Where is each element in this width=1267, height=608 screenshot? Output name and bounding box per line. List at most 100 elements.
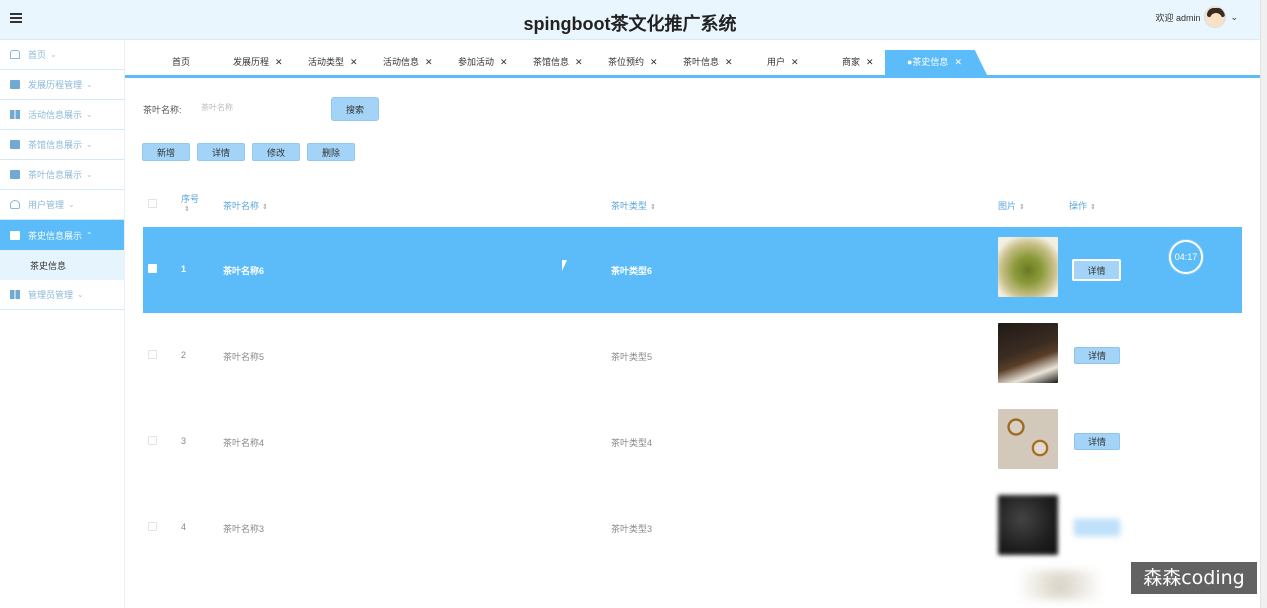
- row-detail-button[interactable]: 详情: [1074, 433, 1120, 450]
- close-icon[interactable]: ✕: [425, 57, 433, 67]
- tab-bar: 首页 发展历程 ✕ 活动类型 ✕ 活动信息 ✕ 参加活动 ✕ 茶馆信息 ✕ 茶位预约 ✕ 茶…: [125, 50, 1260, 78]
- sort-icon[interactable]: ⇕: [650, 204, 656, 211]
- chevron-down-icon: ⌄: [77, 290, 84, 299]
- mouse-cursor-icon: [562, 260, 572, 271]
- tab-home[interactable]: 首页: [172, 50, 190, 75]
- grid-icon: [10, 290, 20, 299]
- loading-image-placeholder: [1000, 570, 1120, 600]
- chevron-down-icon[interactable]: ⌄: [1230, 12, 1238, 23]
- sidebar-subitem-tea-history[interactable]: 茶史信息: [0, 250, 124, 280]
- chevron-up-icon: ⌃: [86, 230, 93, 240]
- close-icon[interactable]: ✕: [725, 57, 733, 67]
- row-tea-type: 茶叶类型3: [611, 524, 653, 534]
- tab-tea-seat-booking[interactable]: 茶位预约 ✕: [608, 50, 658, 75]
- row-tea-type: 茶叶类型5: [611, 352, 653, 362]
- row-tea-name: 茶叶名称5: [223, 352, 265, 362]
- tab-users[interactable]: 用户 ✕: [767, 50, 799, 75]
- sidebar-item-teahouse[interactable]: 茶馆信息展示 ⌄: [0, 130, 124, 160]
- row-index: 4: [181, 522, 187, 532]
- row-tea-type: 茶叶类型6: [611, 266, 653, 276]
- chevron-down-icon: ⌄: [68, 200, 75, 209]
- tab-tea-info[interactable]: 茶叶信息 ✕: [683, 50, 733, 75]
- box-icon: [10, 170, 20, 179]
- row-tea-name: 茶叶名称3: [223, 524, 265, 534]
- user-menu[interactable]: 欢迎 admin ⌄: [1155, 6, 1238, 28]
- tea-image: [998, 323, 1058, 383]
- timer-badge: 04:17: [1169, 240, 1203, 274]
- vertical-scrollbar[interactable]: [1260, 0, 1267, 608]
- sort-icon[interactable]: ⇕: [184, 205, 199, 213]
- close-icon[interactable]: ✕: [954, 57, 962, 67]
- box-icon: [10, 80, 20, 89]
- row-checkbox[interactable]: [148, 264, 157, 273]
- delete-button[interactable]: 删除: [307, 143, 355, 161]
- search-input[interactable]: [193, 97, 313, 117]
- row-checkbox[interactable]: [148, 350, 157, 359]
- close-icon[interactable]: ✕: [650, 57, 658, 67]
- search-button[interactable]: 搜索: [331, 97, 379, 121]
- sidebar-item-label: 茶叶信息展示: [28, 170, 83, 180]
- box-icon: [10, 230, 20, 240]
- table-row[interactable]: 2 茶叶名称5 茶叶类型5 详情: [143, 313, 1242, 399]
- welcome-text: 欢迎 admin: [1155, 12, 1201, 23]
- row-detail-button[interactable]: [1074, 519, 1120, 536]
- sidebar-item-activities[interactable]: 活动信息展示 ⌄: [0, 100, 124, 130]
- sidebar-item-history[interactable]: 发展历程管理 ⌄: [0, 70, 124, 100]
- tea-image: [998, 495, 1058, 555]
- row-checkbox[interactable]: [148, 522, 157, 531]
- sidebar-item-label: 茶史信息展示: [28, 230, 83, 241]
- edit-button[interactable]: 修改: [252, 143, 300, 161]
- tab-activity-types[interactable]: 活动类型 ✕: [308, 50, 358, 75]
- select-all-checkbox[interactable]: [148, 199, 157, 208]
- close-icon[interactable]: ✕: [275, 57, 283, 67]
- tab-teahouse-info[interactable]: 茶馆信息 ✕: [533, 50, 583, 75]
- chevron-down-icon: ⌄: [86, 110, 93, 119]
- sidebar-item-label: 发展历程管理: [28, 80, 83, 90]
- tab-merchants[interactable]: 商家 ✕: [842, 50, 874, 75]
- table-row[interactable]: 1 茶叶名称6 茶叶类型6 详情: [143, 227, 1242, 313]
- close-icon[interactable]: ✕: [500, 57, 508, 67]
- user-icon: [10, 200, 20, 209]
- sidebar-item-admins[interactable]: 管理员管理 ⌄: [0, 280, 124, 310]
- app-title: spingboot茶文化推广系统: [523, 14, 737, 34]
- top-header: spingboot茶文化推广系统 欢迎 admin ⌄: [0, 0, 1260, 40]
- column-header-image[interactable]: 图片 ⇕: [998, 199, 1025, 212]
- tab-history[interactable]: 发展历程 ✕: [233, 50, 283, 75]
- sort-icon[interactable]: ⇕: [262, 204, 268, 211]
- sort-icon[interactable]: ⇕: [1090, 204, 1096, 211]
- sidebar-item-tea[interactable]: 茶叶信息展示 ⌄: [0, 160, 124, 190]
- tea-image: [998, 409, 1058, 469]
- tab-activity-info[interactable]: 活动信息 ✕: [383, 50, 433, 75]
- add-button[interactable]: 新增: [142, 143, 190, 161]
- sidebar-item-users[interactable]: 用户管理 ⌄: [0, 190, 124, 220]
- watermark: 森森coding: [1131, 562, 1257, 594]
- close-icon[interactable]: ✕: [350, 57, 358, 67]
- row-checkbox[interactable]: [148, 436, 157, 445]
- sidebar-item-label: 活动信息展示: [28, 110, 83, 120]
- column-header-name[interactable]: 茶叶名称 ⇕: [223, 199, 268, 212]
- row-detail-button[interactable]: 详情: [1074, 347, 1120, 364]
- row-tea-name: 茶叶名称6: [223, 266, 265, 276]
- grid-icon: [10, 110, 20, 119]
- sidebar-item-home[interactable]: 首页 ⌄: [0, 40, 124, 70]
- chevron-down-icon: ⌄: [86, 140, 93, 149]
- table-row[interactable]: 3 茶叶名称4 茶叶类型4 详情: [143, 399, 1242, 485]
- column-header-type[interactable]: 茶叶类型 ⇕: [611, 199, 656, 212]
- detail-button[interactable]: 详情: [197, 143, 245, 161]
- row-index: 1: [181, 264, 187, 274]
- table-row[interactable]: 4 茶叶名称3 茶叶类型3: [143, 485, 1242, 571]
- close-icon[interactable]: ✕: [866, 57, 874, 67]
- row-index: 2: [181, 350, 187, 360]
- tab-tea-history[interactable]: ●茶史信息 ✕: [885, 50, 987, 75]
- sort-icon[interactable]: ⇕: [1019, 204, 1025, 211]
- chevron-down-icon: ⌄: [86, 170, 93, 179]
- column-header-actions[interactable]: 操作 ⇕: [1069, 199, 1096, 212]
- close-icon[interactable]: ✕: [791, 57, 799, 67]
- avatar[interactable]: [1204, 6, 1227, 28]
- row-index: 3: [181, 436, 187, 446]
- sidebar-item-tea-history[interactable]: 茶史信息展示 ⌃: [0, 220, 124, 250]
- row-detail-button[interactable]: 详情: [1072, 259, 1121, 281]
- tab-join-activity[interactable]: 参加活动 ✕: [458, 50, 508, 75]
- column-header-index[interactable]: 序号 ⇕: [181, 192, 199, 213]
- close-icon[interactable]: ✕: [575, 57, 583, 67]
